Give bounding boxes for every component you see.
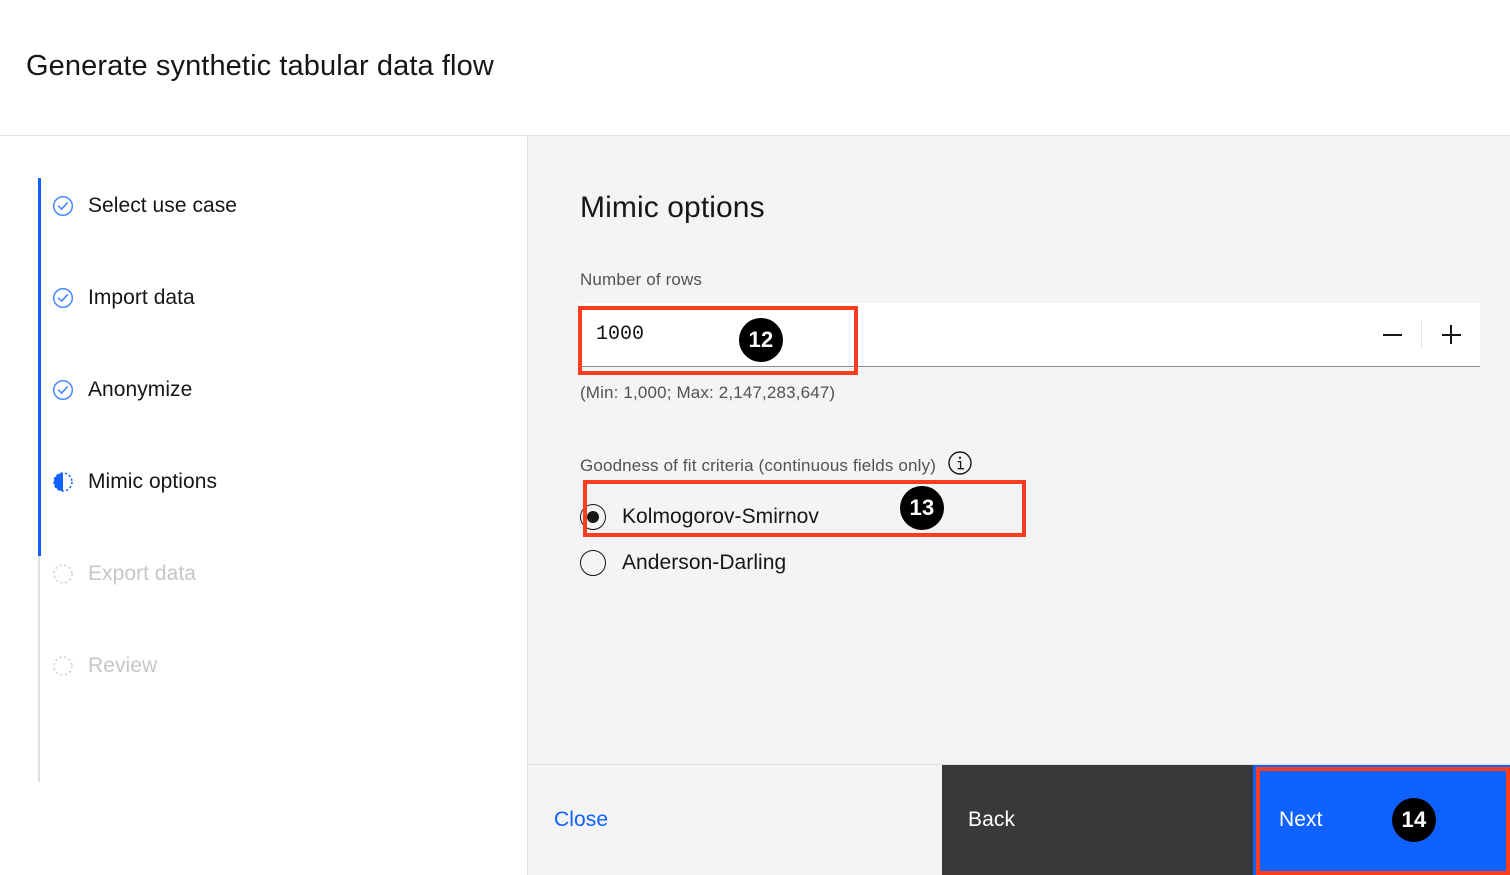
radio-kolmogorov-smirnov[interactable]: Kolmogorov-Smirnov: [580, 494, 819, 540]
goodness-of-fit-legend-row: Goodness of fit criteria (continuous fie…: [580, 450, 973, 481]
sidebar-step-review: Review: [52, 652, 157, 680]
window-header: Generate synthetic tabular data flow: [0, 0, 1510, 136]
number-of-rows-helper-text: (Min: 1,000; Max: 2,147,283,647): [580, 383, 836, 402]
radio-label: Kolmogorov-Smirnov: [622, 505, 819, 528]
sidebar-step-label: Review: [88, 654, 158, 677]
progress-rail-active: [38, 178, 41, 556]
sidebar-step-label: Import data: [88, 286, 195, 309]
goodness-of-fit-legend: Goodness of fit criteria (continuous fie…: [580, 455, 937, 475]
goodness-of-fit-radio-group: Kolmogorov-Smirnov Anderson-Darling: [580, 494, 819, 586]
back-button[interactable]: Back: [942, 765, 1253, 875]
radio-label: Anderson-Darling: [622, 551, 787, 574]
radio-anderson-darling[interactable]: Anderson-Darling: [580, 540, 819, 586]
decrement-button[interactable]: [1363, 303, 1421, 366]
minus-icon: [1382, 333, 1402, 336]
half-filled-circle-icon: [52, 471, 74, 493]
page-title: Generate synthetic tabular data flow: [26, 50, 494, 82]
sidebar-step-select-use-case[interactable]: Select use case: [52, 192, 237, 220]
number-stepper: [1363, 303, 1480, 366]
sidebar-step-import-data[interactable]: Import data: [52, 284, 195, 312]
section-title: Mimic options: [580, 191, 765, 224]
sidebar-step-anonymize[interactable]: Anonymize: [52, 376, 192, 404]
number-of-rows-field: [580, 303, 1480, 367]
synthetic-data-flow-window: Generate synthetic tabular data flow Sel…: [0, 0, 1510, 875]
wizard-footer: Close Back Next: [528, 764, 1510, 875]
radio-button-icon: [580, 550, 606, 576]
sidebar-step-label: Anonymize: [88, 378, 193, 401]
dashed-circle-icon: [52, 655, 74, 677]
check-circle-icon: [52, 195, 74, 217]
sidebar-step-label: Export data: [88, 562, 196, 585]
sidebar-step-export-data: Export data: [52, 560, 196, 588]
dashed-circle-icon: [52, 563, 74, 585]
sidebar-step-label: Mimic options: [88, 470, 218, 493]
check-circle-icon: [52, 287, 74, 309]
close-button[interactable]: Close: [528, 765, 942, 875]
sidebar-step-label: Select use case: [88, 194, 238, 217]
progress-sidebar: Select use case Import data Anonymize Mi…: [0, 136, 528, 875]
check-circle-icon: [52, 379, 74, 401]
number-of-rows-label: Number of rows: [580, 270, 703, 289]
radio-button-icon: [580, 504, 606, 530]
next-button[interactable]: Next: [1253, 765, 1510, 875]
plus-icon: [1441, 325, 1461, 344]
sidebar-step-mimic-options[interactable]: Mimic options: [52, 468, 217, 496]
number-of-rows-input[interactable]: [580, 303, 1340, 366]
increment-button[interactable]: [1422, 303, 1480, 366]
information-icon[interactable]: [947, 450, 973, 481]
